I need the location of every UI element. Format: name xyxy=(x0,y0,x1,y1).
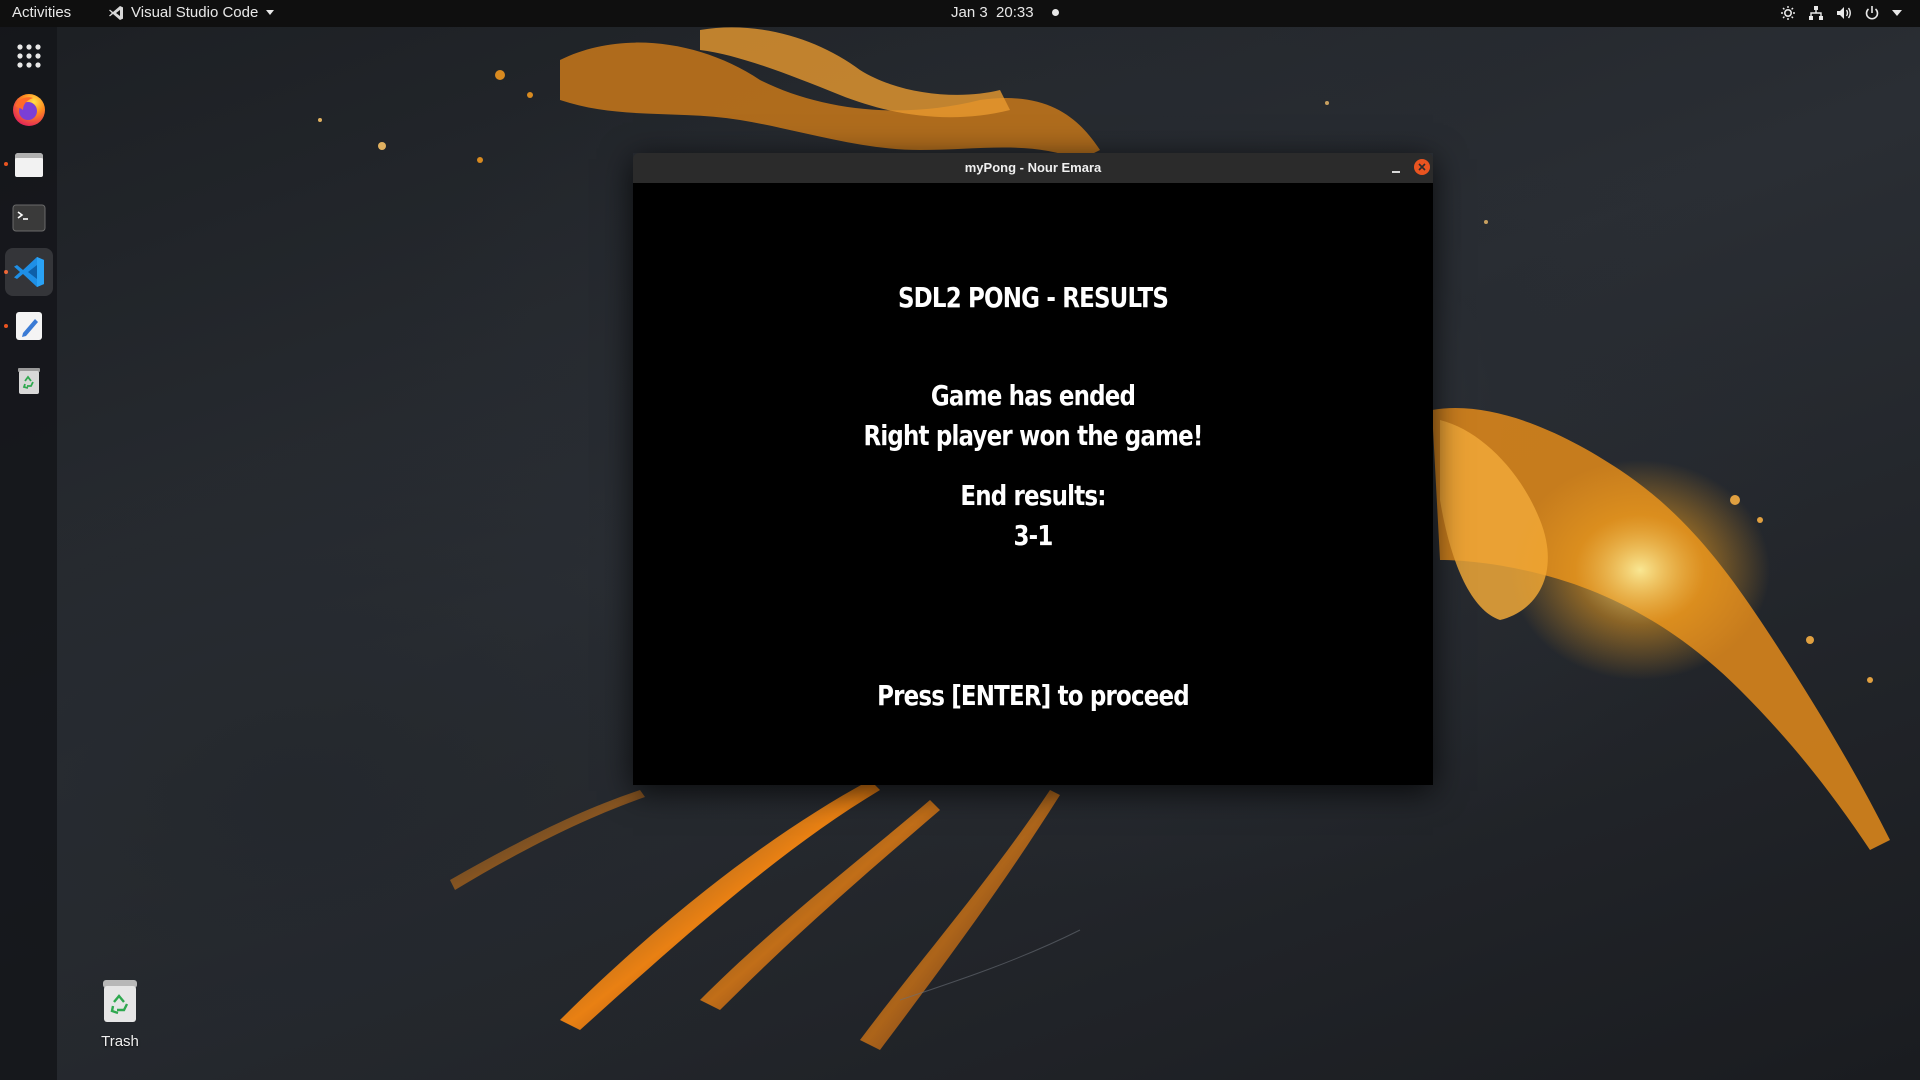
desktop: Activities Visual Studio Code Jan 3 20:3… xyxy=(0,0,1920,1080)
dock-item-firefox[interactable] xyxy=(5,86,53,134)
files-icon xyxy=(15,153,43,177)
chevron-down-icon xyxy=(266,10,275,15)
game-window[interactable]: myPong - Nour Emara SDL2 PONG - RESULTS … xyxy=(633,153,1433,785)
dock-item-terminal[interactable] xyxy=(5,194,53,242)
app-menu-label: Visual Studio Code xyxy=(131,4,259,21)
game-canvas[interactable]: SDL2 PONG - RESULTS Game has ended Right… xyxy=(633,183,1433,785)
proceed-prompt: Press [ENTER] to proceed xyxy=(877,679,1190,712)
vscode-icon xyxy=(14,257,44,287)
dock-item-text-editor[interactable] xyxy=(5,302,53,350)
game-heading: SDL2 PONG - RESULTS xyxy=(897,281,1169,314)
clock-button[interactable]: Jan 3 20:33 xyxy=(951,4,1059,21)
game-status-line-1: Game has ended xyxy=(930,379,1136,412)
notification-dot-icon xyxy=(1051,9,1059,16)
window-title: myPong - Nour Emara xyxy=(964,160,1102,175)
desktop-trash[interactable]: Trash xyxy=(96,978,144,1050)
app-grid-icon xyxy=(17,44,41,68)
dock-item-trash[interactable] xyxy=(5,356,53,404)
score-value: 3-1 xyxy=(1013,519,1053,552)
trash-icon xyxy=(103,980,137,1022)
clock-date-time: Jan 3 20:33 xyxy=(951,4,1034,21)
clock-time: 20:33 xyxy=(996,4,1034,21)
dock-item-show-applications[interactable] xyxy=(5,32,53,80)
results-label: End results: xyxy=(960,479,1106,512)
volume-icon xyxy=(1837,7,1851,19)
top-bar: Activities Visual Studio Code Jan 3 20:3… xyxy=(0,0,1920,27)
chevron-down-icon xyxy=(1892,10,1902,16)
firefox-icon xyxy=(13,94,45,126)
power-icon xyxy=(1865,6,1879,20)
terminal-icon xyxy=(12,204,46,232)
minimize-button[interactable] xyxy=(1388,157,1406,177)
system-tray[interactable] xyxy=(1780,5,1902,21)
game-status-line-2: Right player won the game! xyxy=(863,419,1203,452)
close-icon xyxy=(1418,163,1426,171)
dock-item-files[interactable] xyxy=(5,140,53,188)
desktop-trash-label: Trash xyxy=(101,1033,139,1050)
app-menu-button[interactable]: Visual Studio Code xyxy=(108,4,275,21)
dock-item-vscode[interactable] xyxy=(5,248,53,296)
window-title-bar[interactable]: myPong - Nour Emara xyxy=(633,153,1433,183)
weather-icon xyxy=(1781,6,1795,20)
text-editor-icon xyxy=(16,312,42,340)
activities-button[interactable]: Activities xyxy=(12,4,71,21)
close-button[interactable] xyxy=(1414,159,1430,175)
clock-date: Jan 3 xyxy=(951,4,988,21)
trash-icon xyxy=(18,368,40,394)
network-icon xyxy=(1809,6,1823,20)
vscode-icon xyxy=(109,5,123,20)
dock xyxy=(0,27,57,1080)
